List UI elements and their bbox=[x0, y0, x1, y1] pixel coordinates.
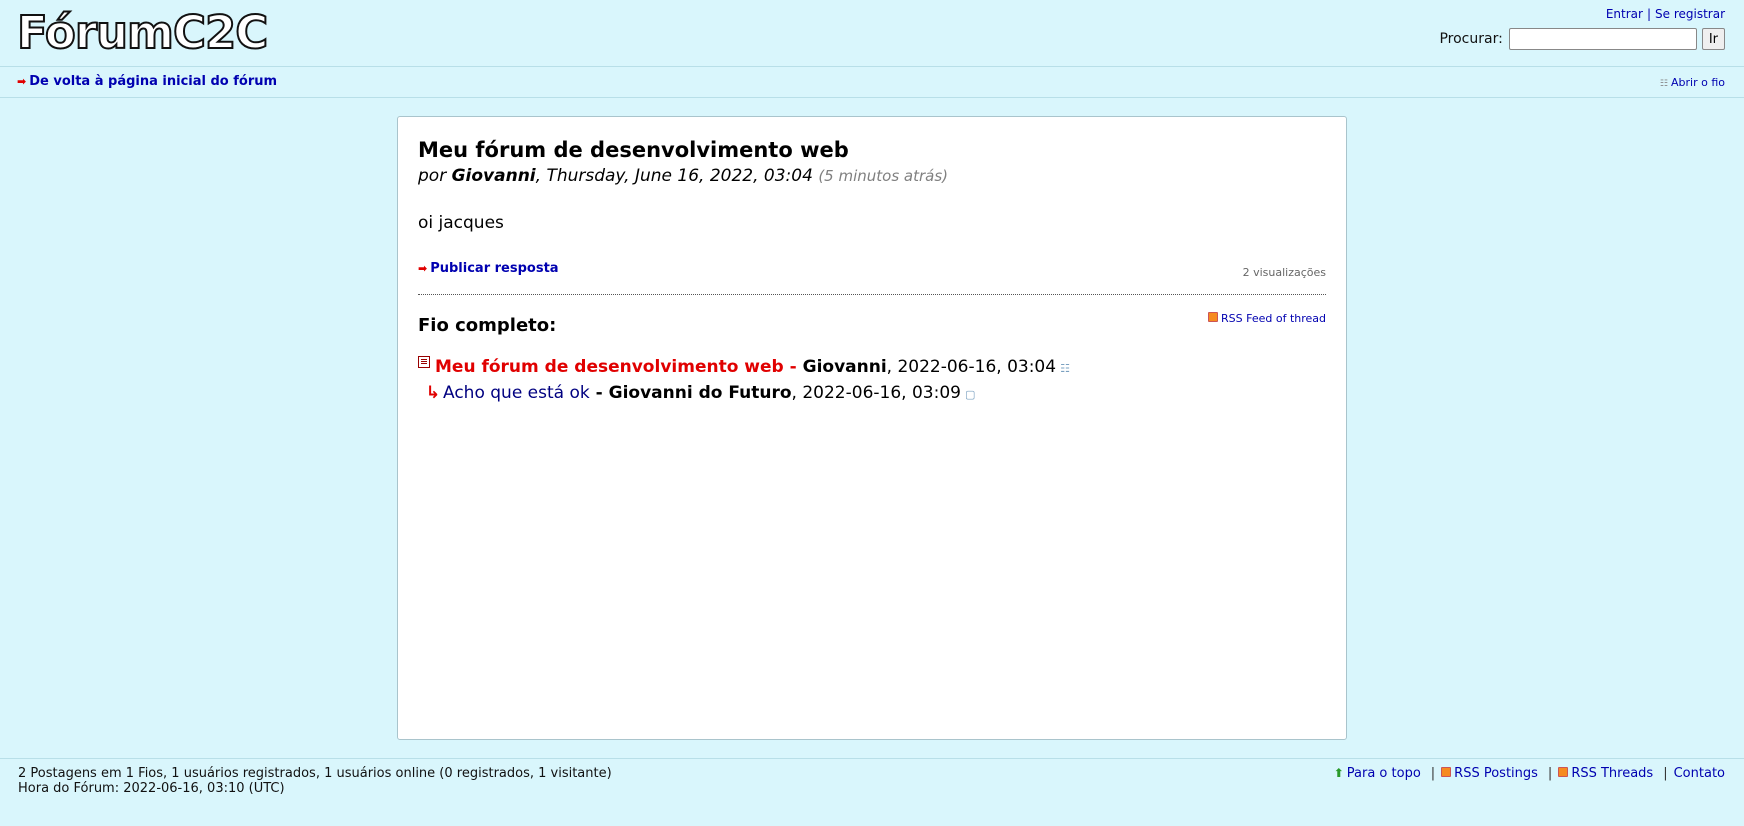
navbar: ➡ De volta à página inicial do fórum ☷ Abr… bbox=[0, 66, 1744, 98]
rss-thread-link[interactable]: RSS Feed of thread bbox=[1208, 312, 1326, 325]
thread-heading: Fio completo: bbox=[418, 315, 557, 336]
rss-icon bbox=[1441, 767, 1452, 777]
thread-tree-icon: ☷ bbox=[1060, 362, 1070, 375]
thread-item: Meu fórum de desenvolvimento web - Giova… bbox=[418, 356, 1070, 383]
register-link[interactable]: Se registrar bbox=[1655, 7, 1725, 21]
rss-thread-label: RSS Feed of thread bbox=[1221, 312, 1326, 325]
rss-postings-label: RSS Postings bbox=[1454, 766, 1538, 781]
thread-item-title: Meu fórum de desenvolvimento web bbox=[435, 357, 784, 377]
rss-threads-label: RSS Threads bbox=[1571, 766, 1654, 781]
rss-threads-link[interactable]: RSS Threads bbox=[1558, 766, 1653, 781]
thread-tree-icon: ☷ bbox=[1659, 79, 1668, 89]
search-form: Procurar: Ir bbox=[1439, 28, 1725, 50]
thread-item-link[interactable]: Acho que está ok bbox=[443, 383, 590, 403]
forum-stats: 2 Postagens em 1 Fios, 1 usuários regist… bbox=[18, 766, 612, 796]
thread-tree: Meu fórum de desenvolvimento web - Giova… bbox=[418, 356, 1070, 409]
thread-item-date: , 2022-06-16, 03:04 bbox=[886, 357, 1057, 377]
open-thread-label: Abrir o fio bbox=[1671, 76, 1725, 89]
back-label: De volta à página inicial do fórum bbox=[29, 74, 278, 89]
divider bbox=[418, 294, 1326, 295]
reply-arrow-icon: ↳ bbox=[425, 383, 440, 403]
open-thread-link[interactable]: ☷ Abrir o fio bbox=[1660, 76, 1725, 89]
header: FórumC2C Entrar | Se registrar Procurar: I… bbox=[0, 0, 1744, 66]
back-to-index-link[interactable]: ➡ De volta à página inicial do fórum bbox=[17, 74, 277, 89]
separator: | bbox=[1430, 766, 1436, 781]
thread-item-date: , 2022-06-16, 03:09 bbox=[791, 383, 961, 403]
posting-icon bbox=[418, 356, 430, 368]
forum-time: Hora do Fórum: 2022-06-16, 03:10 (UTC) bbox=[18, 781, 285, 796]
rss-postings-link[interactable]: RSS Postings bbox=[1441, 766, 1538, 781]
footer-links: ⬆ Para o topo | RSS Postings | RSS Thread… bbox=[1334, 766, 1725, 781]
footer-divider bbox=[0, 758, 1744, 759]
arrow-right-icon: ➡ bbox=[17, 75, 27, 88]
thread-item-author: Giovanni do Futuro bbox=[608, 383, 792, 403]
rss-icon bbox=[1558, 767, 1569, 777]
post-body: oi jacques bbox=[418, 213, 504, 233]
view-count: 2 visualizações bbox=[1242, 266, 1326, 279]
thread-item-dash: - bbox=[783, 357, 803, 377]
post-ago: (5 minutos atrás) bbox=[818, 167, 949, 185]
separator: | bbox=[1663, 766, 1668, 781]
search-button[interactable]: Ir bbox=[1701, 28, 1725, 50]
separator: | bbox=[1646, 7, 1651, 21]
login-link[interactable]: Entrar bbox=[1606, 7, 1643, 21]
thread-item: ↳ Acho que está ok - Giovanni do Futuro, … bbox=[418, 383, 1070, 409]
speech-bubble-icon: ▢ bbox=[964, 388, 976, 401]
arrow-right-icon: ➡ bbox=[418, 262, 428, 275]
arrow-up-icon: ⬆ bbox=[1333, 766, 1344, 780]
to-top-label: Para o topo bbox=[1346, 766, 1421, 781]
contact-link[interactable]: Contato bbox=[1674, 766, 1725, 781]
reply-label: Publicar resposta bbox=[430, 261, 559, 276]
post-date: , Thursday, June 16, 2022, 03:04 bbox=[535, 166, 813, 186]
thread-item-author: Giovanni bbox=[802, 357, 887, 377]
thread-item-dash: - bbox=[589, 383, 609, 403]
user-links: Entrar | Se registrar bbox=[1606, 7, 1725, 21]
post-meta: por Giovanni, Thursday, June 16, 2022, 0… bbox=[418, 166, 948, 186]
posting-panel: Meu fórum de desenvolvimento web por Gio… bbox=[397, 116, 1347, 740]
search-input[interactable] bbox=[1508, 28, 1697, 50]
rss-icon bbox=[1208, 312, 1218, 322]
to-top-link[interactable]: ⬆ Para o topo bbox=[1334, 766, 1421, 781]
reply-button[interactable]: ➡ Publicar resposta bbox=[418, 261, 559, 276]
post-title: Meu fórum de desenvolvimento web bbox=[418, 138, 849, 162]
stats-line: 2 Postagens em 1 Fios, 1 usuários regist… bbox=[18, 766, 612, 781]
separator: | bbox=[1547, 766, 1553, 781]
search-label: Procurar: bbox=[1439, 31, 1503, 47]
post-author: Giovanni bbox=[451, 166, 536, 186]
forum-logo[interactable]: FórumC2C bbox=[16, 5, 269, 60]
by-label: por bbox=[418, 166, 447, 186]
